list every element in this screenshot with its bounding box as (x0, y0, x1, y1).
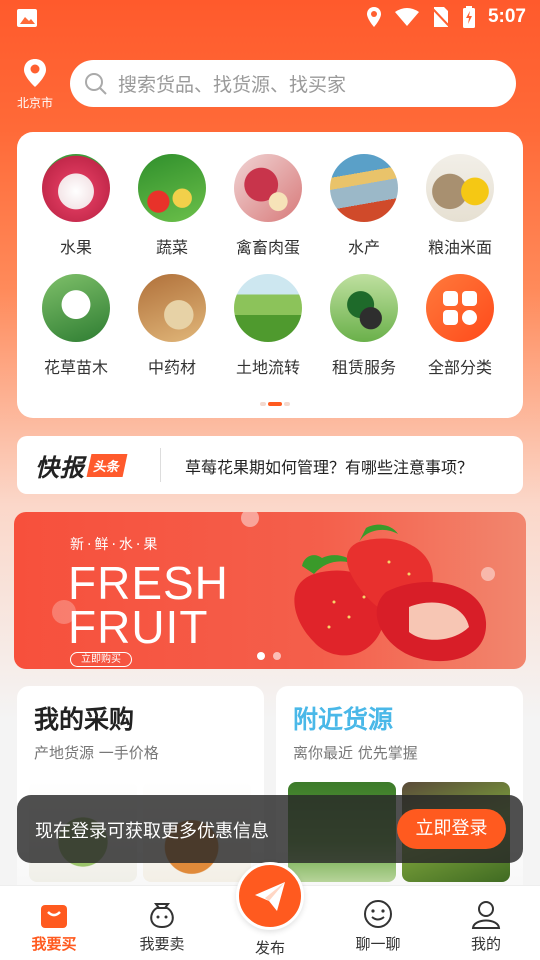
status-bar: 5:07 (0, 0, 540, 38)
user-icon (471, 901, 501, 929)
tractor-icon (330, 274, 398, 342)
category-label: 全部分类 (427, 358, 492, 377)
publish-label: 发布 (254, 939, 285, 957)
category-aquatic[interactable]: 水产 (316, 154, 412, 258)
banner-title-line2: FRUIT (68, 601, 209, 653)
land-icon (234, 274, 302, 342)
news-brand: 快报 头条 (35, 445, 161, 485)
nearby-supply-card[interactable]: 附近货源 离你最近 优先掌握 (276, 686, 523, 896)
category-flowers[interactable]: 花草苗木 (28, 274, 124, 378)
category-label: 粮油米面 (427, 238, 492, 257)
money-bag-icon (150, 903, 174, 929)
category-grain-oil[interactable]: 粮油米面 (412, 154, 508, 258)
category-page-indicator (260, 402, 290, 406)
no-sim-icon (431, 7, 450, 28)
tab-buy[interactable]: 我要买 (0, 886, 108, 960)
category-herbs[interactable]: 中药材 (124, 274, 220, 378)
tab-label: 我的 (470, 935, 501, 953)
login-prompt-message: 现在登录可获取更多优惠信息 (35, 821, 269, 842)
tab-label: 我要买 (31, 935, 77, 953)
category-label: 租赁服务 (331, 358, 396, 377)
banner-page-indicator (257, 652, 281, 660)
card-title: 附近货源 (293, 705, 394, 734)
category-label: 禽畜肉蛋 (235, 238, 300, 257)
banner-title-line1: FRESH (68, 557, 229, 609)
login-prompt-toast: 现在登录可获取更多优惠信息 立即登录 (17, 795, 523, 863)
all-categories-icon (426, 274, 494, 342)
category-fruit[interactable]: 水果 (28, 154, 124, 258)
category-all[interactable]: 全部分类 (412, 274, 508, 378)
grid-icon (443, 291, 477, 325)
map-pin-icon (24, 59, 46, 87)
paper-plane-icon (255, 882, 285, 911)
category-land[interactable]: 土地流转 (220, 274, 316, 378)
card-subtitle: 产地货源 一手价格 (34, 744, 159, 762)
publish-button[interactable] (236, 862, 304, 930)
location-label: 北京市 (16, 96, 53, 110)
battery-charging-icon (462, 6, 475, 28)
category-label: 水果 (59, 238, 92, 257)
meat-egg-icon (234, 154, 302, 222)
flower-icon (42, 274, 110, 342)
search-icon (85, 72, 107, 95)
promo-banner[interactable]: 新·鲜·水·果 FRESH FRUIT 立即购买 (14, 512, 526, 669)
category-label: 土地流转 (235, 358, 300, 377)
news-ticker[interactable]: 快报 头条 草莓花果期如何管理？有哪些注意事项？ (17, 436, 523, 494)
news-headline[interactable]: 草莓花果期如何管理？有哪些注意事项？ (185, 454, 473, 478)
status-time: 5:07 (487, 6, 526, 27)
tab-sell[interactable]: 我要卖 (108, 886, 216, 960)
tab-label: 我要卖 (139, 935, 185, 953)
search-placeholder: 搜索货品、找货源、找买家 (118, 74, 347, 96)
category-leasing[interactable]: 租赁服务 (316, 274, 412, 378)
banner-buy-button[interactable]: 立即购买 (70, 652, 132, 667)
login-button[interactable]: 立即登录 (397, 809, 506, 849)
category-grid: 水果 蔬菜 禽畜肉蛋 水产 粮油米面 花草苗木 中药材 土地流转 租赁服务 全部… (17, 132, 523, 418)
lychee-icon (42, 154, 110, 222)
category-label: 蔬菜 (155, 238, 188, 257)
image-notification-icon (17, 9, 37, 27)
vegetables-icon (138, 154, 206, 222)
divider (160, 448, 161, 482)
category-meat-egg[interactable]: 禽畜肉蛋 (220, 154, 316, 258)
shopping-bag-icon (41, 905, 67, 928)
grain-oil-icon (426, 154, 494, 222)
news-brand-label: 快报 (35, 453, 85, 482)
card-subtitle: 离你最近 优先掌握 (293, 744, 418, 762)
tab-label: 聊一聊 (355, 935, 401, 953)
search-input[interactable]: 搜索货品、找货源、找买家 (70, 60, 516, 107)
fish-icon (330, 154, 398, 222)
location-selector[interactable]: 北京市 (12, 58, 58, 111)
banner-subtitle: 新·鲜·水·果 (70, 537, 161, 553)
strawberry-image (294, 524, 487, 662)
news-tag: 头条 (86, 453, 128, 477)
wifi-icon (394, 8, 419, 26)
smiley-chat-icon (364, 900, 392, 928)
tab-chat[interactable]: 聊一聊 (324, 886, 432, 960)
category-vegetables[interactable]: 蔬菜 (124, 154, 220, 258)
category-label: 中药材 (147, 358, 196, 377)
card-title: 我的采购 (34, 705, 135, 734)
tab-mine[interactable]: 我的 (432, 886, 540, 960)
location-status-icon (366, 7, 381, 27)
category-label: 花草苗木 (43, 358, 108, 377)
my-purchase-card[interactable]: 我的采购 产地货源 一手价格 (17, 686, 264, 896)
category-label: 水产 (347, 238, 380, 257)
herb-icon (138, 274, 206, 342)
